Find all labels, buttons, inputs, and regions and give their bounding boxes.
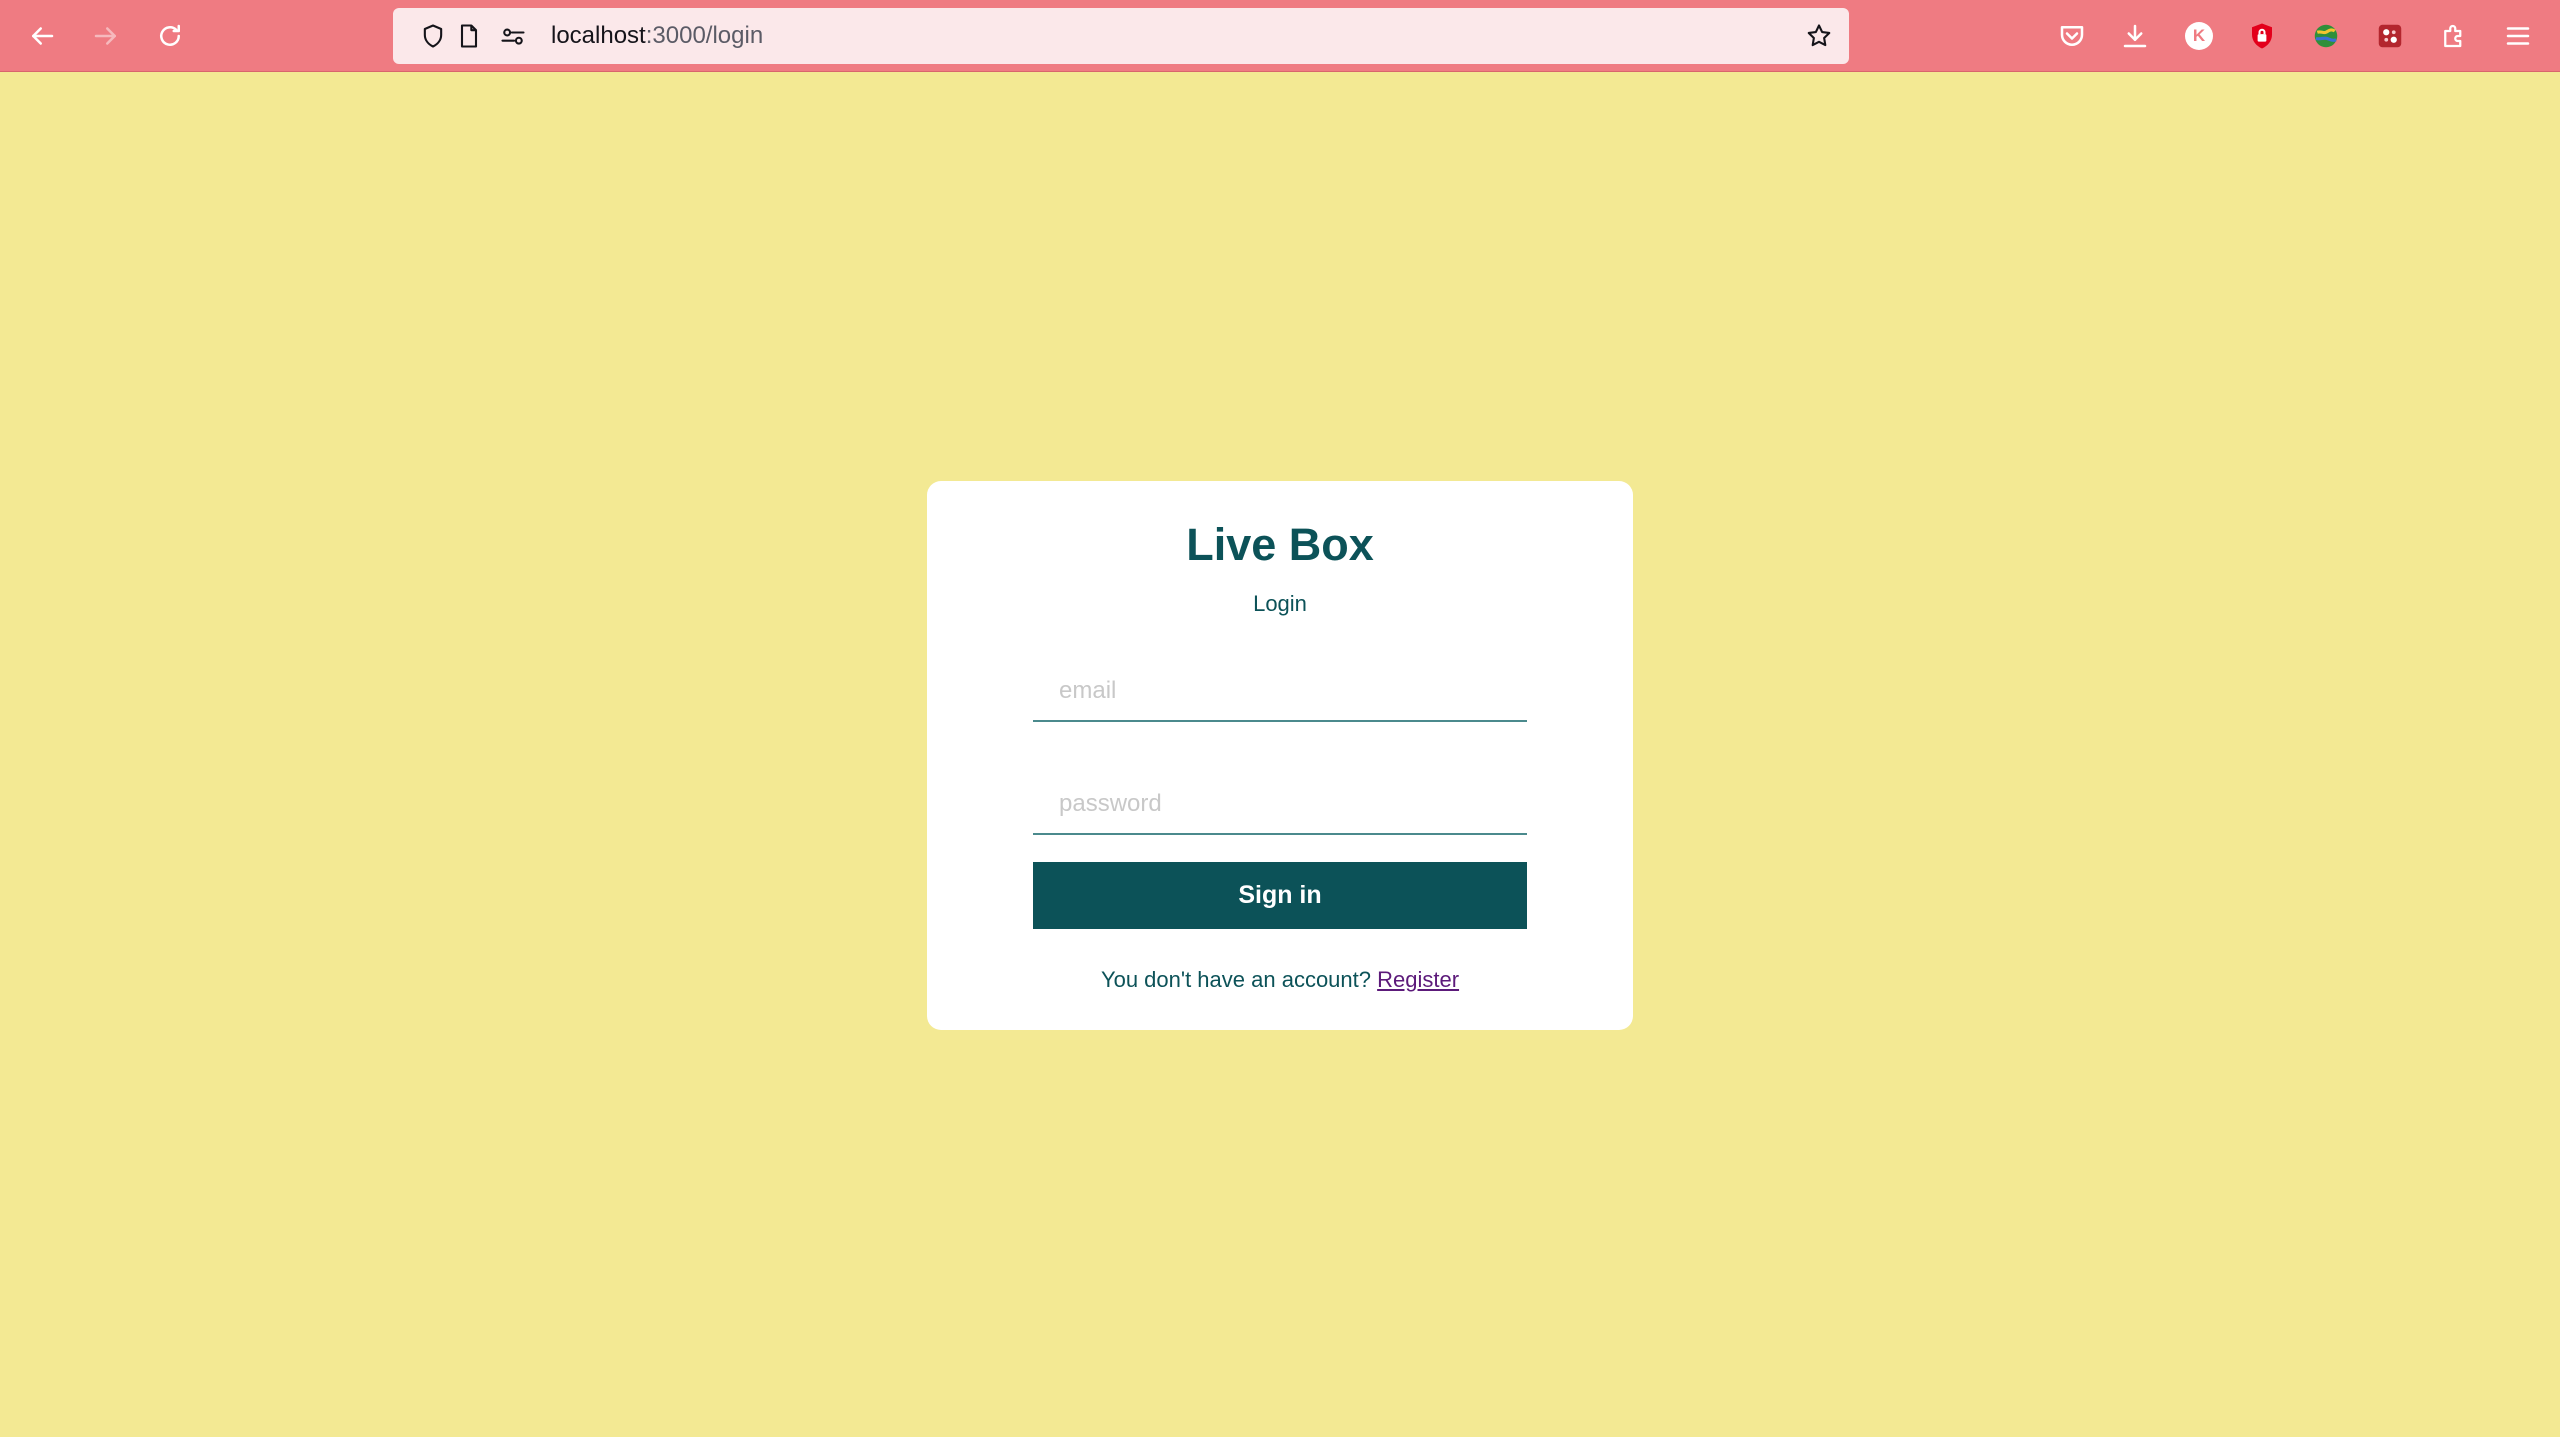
reload-icon (160, 24, 180, 46)
sign-in-button[interactable]: Sign in (1033, 862, 1527, 929)
star-icon (1807, 24, 1831, 47)
shield-icon (423, 24, 443, 48)
tracking-protection-button[interactable] (419, 22, 447, 50)
register-prompt-text: You don't have an account? (1100, 967, 1371, 992)
register-prompt: You don't have an account? Register (927, 967, 1633, 993)
url-text[interactable]: localhost:3000/login (551, 8, 763, 64)
forward-arrow-icon (94, 27, 116, 45)
bookmark-button[interactable] (1805, 22, 1833, 50)
url-path: :3000/login (645, 22, 764, 49)
permissions-icon (501, 28, 525, 45)
downloads-button[interactable] (2117, 18, 2153, 54)
email-input[interactable] (1033, 662, 1527, 722)
grid-extension-icon (2378, 24, 2402, 48)
url-host: localhost (551, 22, 646, 49)
lock-icon (2252, 23, 2272, 49)
hamburger-menu-icon (2506, 27, 2530, 45)
back-button[interactable] (22, 16, 62, 56)
address-bar[interactable]: localhost:3000/login (393, 8, 1849, 64)
globe-extension-button[interactable] (2308, 18, 2344, 54)
app-title: Live Box (1186, 519, 1374, 570)
forward-button[interactable] (86, 16, 126, 56)
profile-avatar: K (2185, 22, 2213, 50)
form-subtitle: Login (1253, 591, 1307, 616)
profile-button[interactable]: K (2181, 18, 2217, 54)
reload-button[interactable] (150, 16, 190, 56)
login-card: Live Box Login Sign in You don't have an… (927, 481, 1633, 1030)
grid-extension-button[interactable] (2372, 18, 2408, 54)
pocket-button[interactable] (2054, 18, 2090, 54)
page-icon (460, 24, 478, 48)
password-input[interactable] (1033, 775, 1527, 835)
register-link[interactable]: Register (1377, 967, 1459, 992)
browser-toolbar: localhost:3000/login K (0, 0, 2560, 72)
app-menu-button[interactable] (2500, 18, 2536, 54)
extensions-button[interactable] (2436, 18, 2472, 54)
permissions-button[interactable] (499, 22, 527, 50)
lock-extension-button[interactable] (2244, 18, 2280, 54)
pocket-icon (2060, 26, 2084, 46)
back-arrow-icon (32, 27, 54, 45)
globe-icon (2314, 24, 2338, 48)
page-info-button[interactable] (455, 22, 483, 50)
extension-icon (2444, 24, 2462, 48)
download-icon (2123, 24, 2147, 48)
